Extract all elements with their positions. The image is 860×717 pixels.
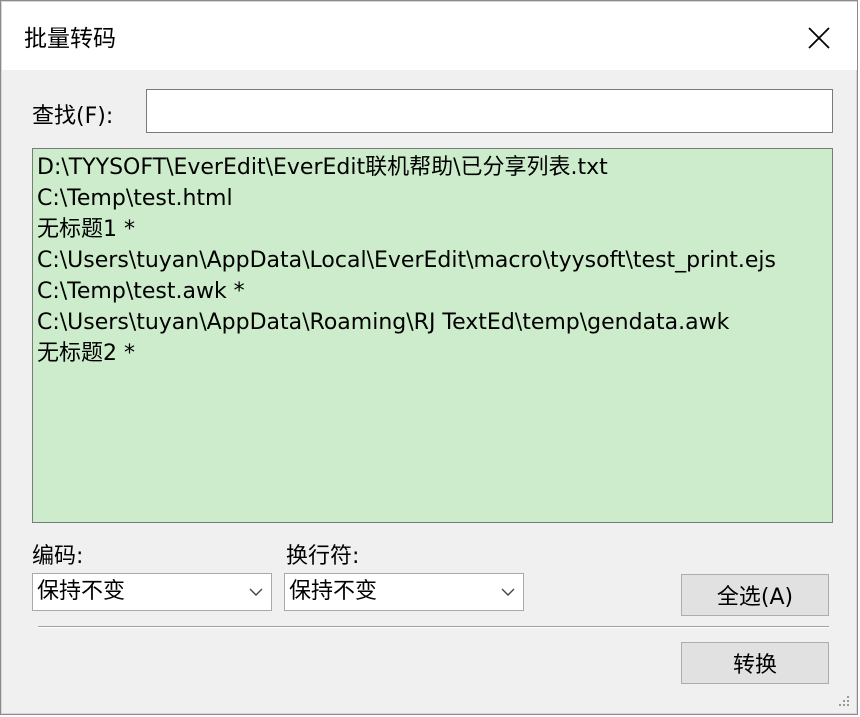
chevron-down-icon (249, 588, 263, 596)
separator (38, 626, 829, 628)
dialog-title: 批量转码 (24, 26, 116, 52)
convert-button[interactable]: 转换 (681, 642, 829, 684)
close-button[interactable] (789, 10, 849, 66)
chevron-down-icon (501, 588, 515, 596)
line-ending-label: 换行符: (286, 544, 360, 569)
file-list[interactable]: D:\TYYSOFT\EverEdit\EverEdit联机帮助\已分享列表.t… (32, 148, 833, 523)
list-item[interactable]: 无标题2 * (37, 338, 832, 369)
encoding-select-value: 保持不变 (37, 579, 126, 604)
batch-transcode-dialog: 批量转码 查找(F): D:\TYYSOFT\EverEdit\EverEdit… (0, 0, 858, 715)
line-ending-select[interactable]: 保持不变 (284, 573, 524, 611)
list-item[interactable]: 无标题1 * (37, 214, 832, 245)
list-item[interactable]: C:\Temp\test.html (37, 183, 832, 214)
find-label: 查找(F): (32, 104, 114, 129)
list-item[interactable]: C:\Users\tuyan\AppData\Roaming\RJ TextEd… (37, 307, 832, 338)
resize-grip-icon[interactable] (835, 692, 851, 708)
list-item[interactable]: D:\TYYSOFT\EverEdit\EverEdit联机帮助\已分享列表.t… (37, 152, 832, 183)
close-icon (808, 27, 830, 49)
select-all-button[interactable]: 全选(A) (681, 574, 829, 616)
find-input[interactable] (146, 89, 833, 133)
title-bar: 批量转码 (2, 2, 857, 70)
list-item[interactable]: C:\Users\tuyan\AppData\Local\EverEdit\ma… (37, 245, 832, 276)
line-ending-select-value: 保持不变 (289, 579, 378, 604)
encoding-label: 编码: (32, 544, 84, 569)
list-item[interactable]: C:\Temp\test.awk * (37, 276, 832, 307)
encoding-select[interactable]: 保持不变 (32, 573, 272, 611)
